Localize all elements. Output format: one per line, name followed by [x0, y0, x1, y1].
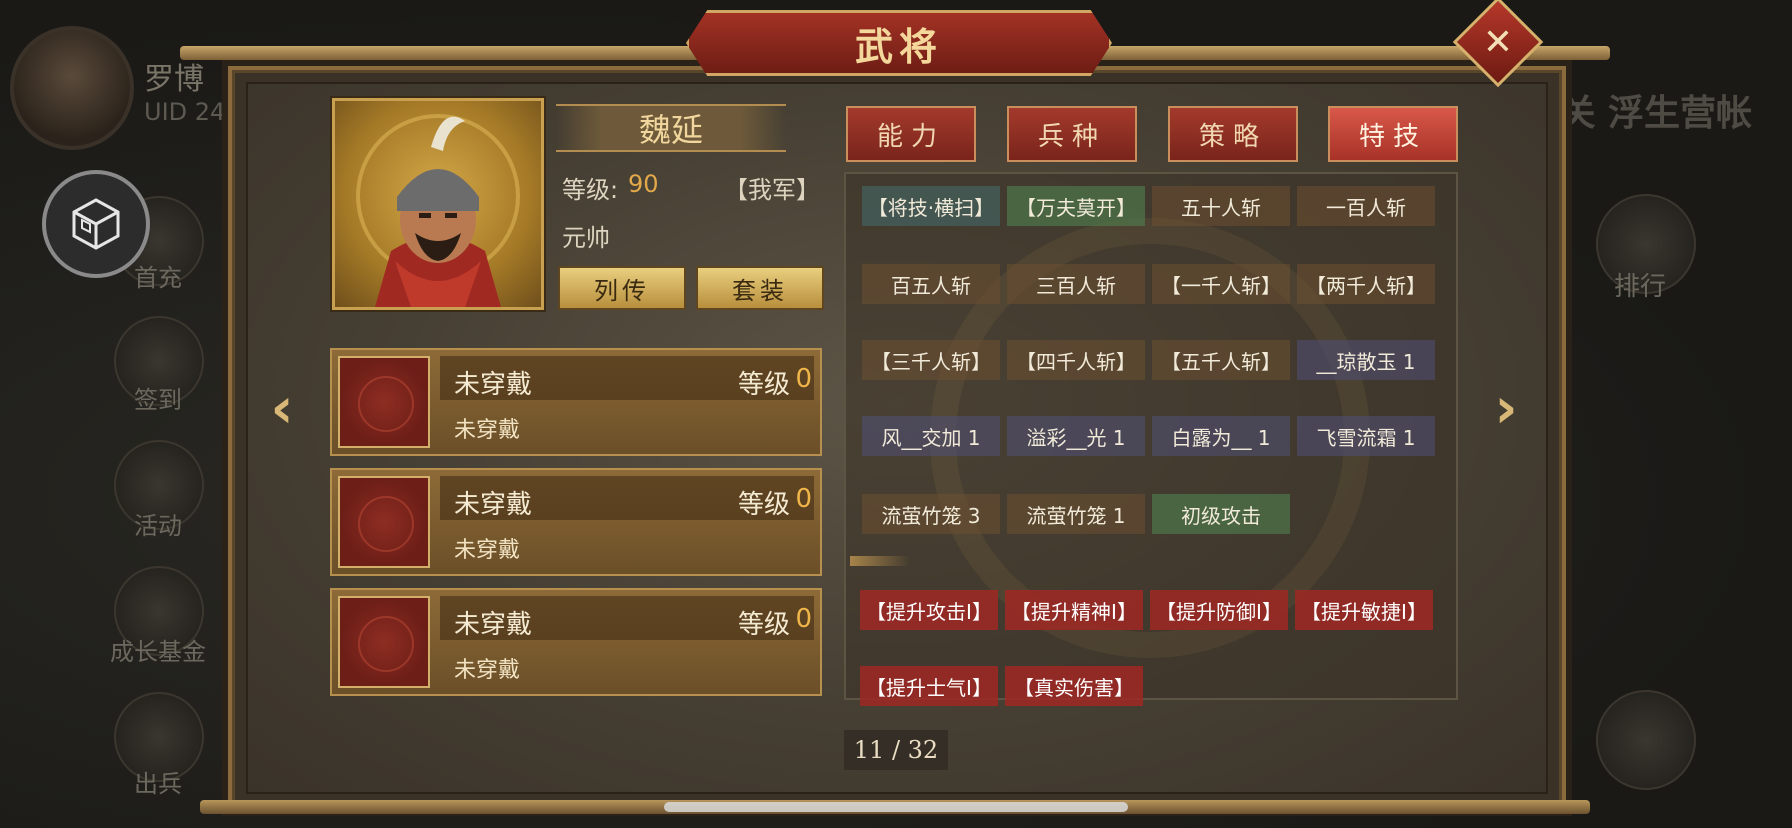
- skill-tag[interactable]: 一百人斩: [1297, 186, 1435, 226]
- home-indicator: [664, 802, 1128, 812]
- hero-level-value: 90: [628, 170, 659, 198]
- tab-troop-type[interactable]: 兵种: [1007, 106, 1137, 162]
- skill-tag[interactable]: 三百人斩: [1007, 264, 1145, 304]
- menu-label-growth-fund: 成长基金: [110, 638, 206, 666]
- biography-button[interactable]: 列传: [558, 266, 686, 310]
- chevron-right-icon: ›: [1494, 375, 1518, 441]
- skill-tag[interactable]: 【一千人斩】: [1152, 264, 1290, 304]
- equip-desc: 未穿戴: [454, 658, 521, 683]
- empty-slot-icon: [338, 476, 430, 568]
- tab-special-skill[interactable]: 特技: [1328, 106, 1458, 162]
- chevron-left-icon: ‹: [270, 375, 294, 441]
- skill-tag[interactable]: __琼散玉 1: [1297, 340, 1435, 380]
- cube-icon: [72, 198, 120, 250]
- equip-level-value: 0: [795, 604, 812, 634]
- skill-tag[interactable]: 流萤竹笼 3: [862, 494, 1000, 534]
- buff-tag[interactable]: 【提升攻击Ⅰ】: [860, 590, 998, 630]
- skill-tag[interactable]: 百五人斩: [862, 264, 1000, 304]
- empty-slot-icon: [338, 356, 430, 448]
- camp-title: 关 浮生营帐: [1559, 93, 1752, 134]
- hero-name-plate: 魏延: [556, 104, 786, 152]
- skill-tag[interactable]: 初级攻击: [1152, 494, 1290, 534]
- dialog-title: 武将: [854, 23, 943, 69]
- equip-level-label: 等级: [737, 610, 790, 640]
- equip-level-value: 0: [795, 364, 812, 394]
- player-name: 罗博: [144, 62, 204, 97]
- tab-ability[interactable]: 能力: [846, 106, 976, 162]
- menu-label-deploy: 出兵: [134, 770, 182, 798]
- menu-label-ranking: 排行: [1614, 272, 1667, 302]
- buff-tag[interactable]: 【提升士气Ⅰ】: [860, 666, 998, 706]
- buff-tag[interactable]: 【提升精神Ⅰ】: [1005, 590, 1143, 630]
- equip-level-value: 0: [795, 484, 812, 514]
- equip-desc: 未穿戴: [454, 418, 521, 443]
- equip-desc: 未穿戴: [454, 538, 521, 563]
- skill-tag[interactable]: 飞雪流霜 1: [1297, 416, 1435, 456]
- empty-slot-icon: [338, 596, 430, 688]
- equipment-slot-2[interactable]: 未穿戴 等级 0 未穿戴: [330, 468, 822, 576]
- skill-tag[interactable]: 【三千人斩】: [862, 340, 1000, 380]
- skill-tag[interactable]: 白露为__ 1: [1152, 416, 1290, 456]
- page-indicator: 11 / 32: [844, 730, 948, 770]
- equipment-slot-3[interactable]: 未穿戴 等级 0 未穿戴: [330, 588, 822, 696]
- skill-tag[interactable]: 【四千人斩】: [1007, 340, 1145, 380]
- cube-menu-button[interactable]: [42, 170, 150, 278]
- next-hero-button[interactable]: ›: [1486, 376, 1526, 441]
- menu-label-activity: 活动: [134, 512, 182, 540]
- player-uid: UID 24: [144, 98, 226, 126]
- equip-level-label: 等级: [737, 490, 790, 520]
- skill-tag[interactable]: 【两千人斩】: [1297, 264, 1435, 304]
- dialog-title-banner: 武将: [686, 10, 1112, 76]
- menu-label-sign-in: 签到: [134, 386, 182, 414]
- skill-tag[interactable]: 溢彩__光 1: [1007, 416, 1145, 456]
- section-divider: [850, 556, 910, 566]
- skill-tag[interactable]: 【万夫莫开】: [1007, 186, 1145, 226]
- tab-strategy[interactable]: 策略: [1168, 106, 1298, 162]
- skill-tag[interactable]: 【将技·横扫】: [862, 186, 1000, 226]
- more-menu-icon[interactable]: [1596, 690, 1696, 790]
- skill-tag[interactable]: 【五千人斩】: [1152, 340, 1290, 380]
- hero-portrait[interactable]: [332, 98, 544, 310]
- prev-hero-button[interactable]: ‹: [262, 376, 302, 441]
- hero-portrait-image: [356, 114, 520, 307]
- equip-name: 未穿戴: [454, 490, 533, 520]
- equip-level-label: 等级: [737, 370, 790, 400]
- skill-tag[interactable]: 流萤竹笼 1: [1007, 494, 1145, 534]
- equipment-slot-1[interactable]: 未穿戴 等级 0 未穿戴: [330, 348, 822, 456]
- equip-name: 未穿戴: [454, 370, 533, 400]
- buff-tag[interactable]: 【真实伤害】: [1005, 666, 1143, 706]
- player-avatar[interactable]: [10, 26, 134, 150]
- skill-tag[interactable]: 五十人斩: [1152, 186, 1290, 226]
- buff-tag[interactable]: 【提升防御Ⅰ】: [1150, 590, 1288, 630]
- hero-faction: 【我军】: [724, 176, 820, 204]
- skill-tag[interactable]: 风__交加 1: [862, 416, 1000, 456]
- hero-level-label: 等级:: [562, 176, 619, 204]
- close-icon: ✕: [1482, 21, 1514, 63]
- outfit-button[interactable]: 套装: [696, 266, 824, 310]
- hero-rank: 元帅: [562, 224, 610, 252]
- buff-tag[interactable]: 【提升敏捷Ⅰ】: [1295, 590, 1433, 630]
- equip-name: 未穿戴: [454, 610, 533, 640]
- hero-name: 魏延: [638, 111, 703, 149]
